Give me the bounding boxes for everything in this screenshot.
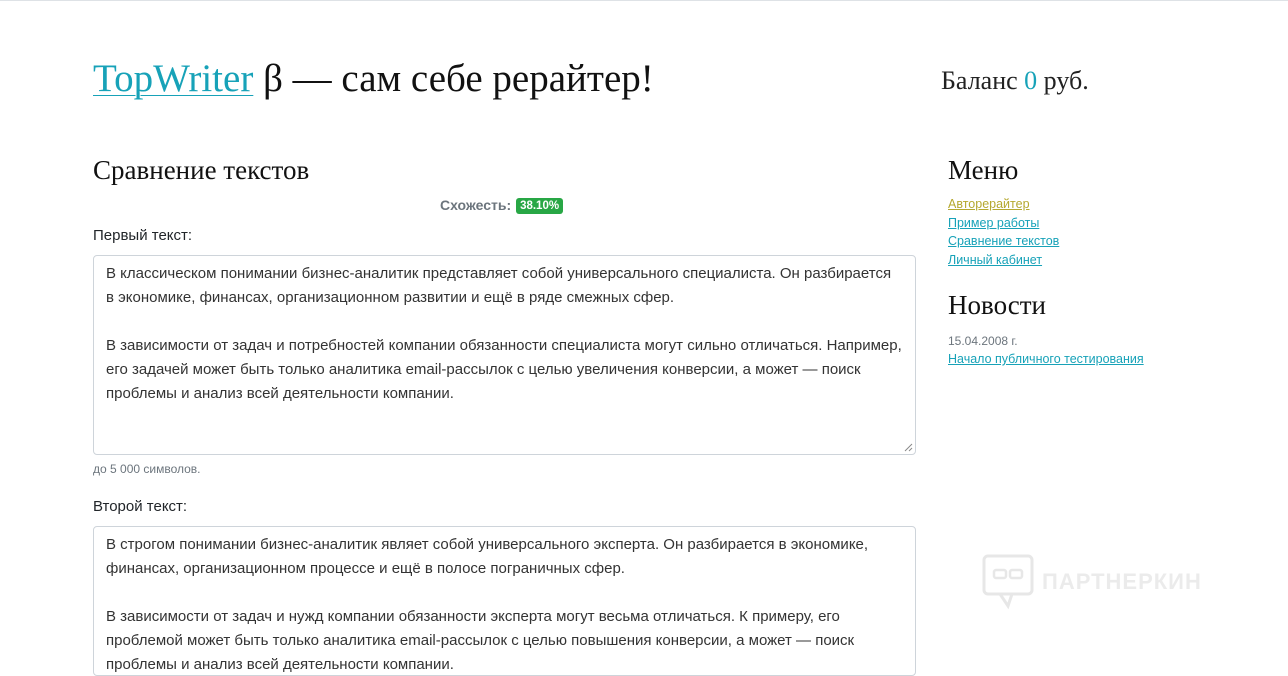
menu-item-autorewriter[interactable]: Авторерайтер [948,197,1030,211]
similarity-label: Схожесть: [440,197,512,213]
balance-currency: руб. [1037,66,1089,95]
news-date: 15.04.2008 г. [948,334,1018,348]
first-text-label: Первый текст: [93,227,193,244]
news-link[interactable]: Начало публичного тестирования [948,352,1144,366]
first-text-paragraph: В зависимости от задач и потребностей ко… [106,337,902,402]
news-title: Новости [948,290,1046,320]
menu-item-compare[interactable]: Сравнение текстов [948,234,1059,248]
similarity-badge: 38.10% [516,198,564,214]
brand-link[interactable]: TopWriter [93,57,253,100]
brand-tagline: β — сам себе рерайтер! [253,57,654,100]
top-border [0,0,1288,1]
second-text-label: Второй текст: [93,498,188,515]
menu-item-account[interactable]: Личный кабинет [948,253,1042,267]
resize-handle-icon[interactable] [904,443,913,452]
first-text-paragraph: В классическом понимании бизнес-аналитик… [106,265,892,306]
balance-amount: 0 [1024,66,1038,95]
char-limit-hint: до 5 000 символов. [93,462,201,476]
page-title: Сравнение текстов [93,155,310,185]
balance: Баланс 0 руб. [941,66,1089,96]
menu-item-example[interactable]: Пример работы [948,216,1039,230]
watermark: ПАРТНЕРКИН [982,554,1202,610]
menu-title: Меню [948,155,1019,185]
watermark-logo-icon [982,554,1034,610]
site-title: TopWriter β — сам себе рерайтер! [93,56,654,101]
first-text-area[interactable]: В классическом понимании бизнес-аналитик… [93,255,916,455]
watermark-text: ПАРТНЕРКИН [1042,569,1202,594]
balance-label: Баланс [941,66,1025,95]
second-text-area[interactable]: В строгом понимании бизнес-аналитик явля… [93,526,916,676]
similarity-indicator: Схожесть: 38.10% [440,197,564,214]
second-text-paragraph: В строгом понимании бизнес-аналитик явля… [106,536,869,577]
second-text-paragraph: В зависимости от задач и нужд компании о… [106,608,855,673]
